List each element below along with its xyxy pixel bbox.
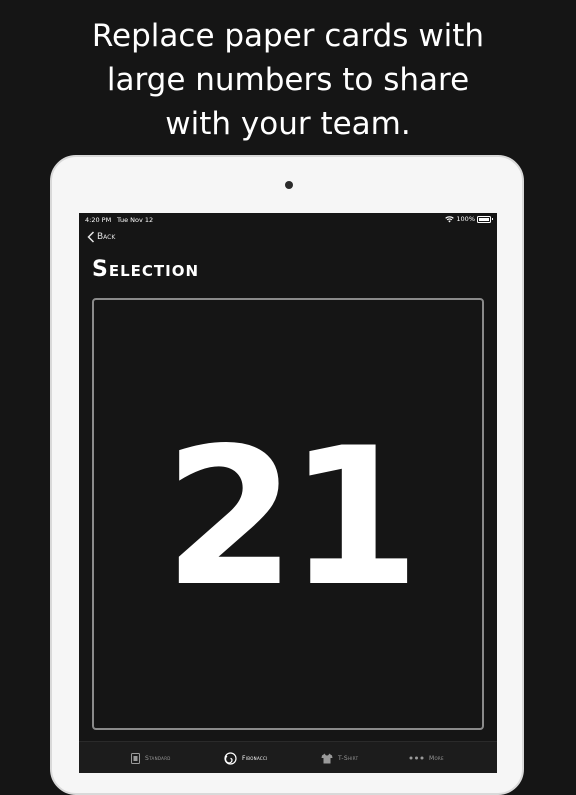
status-time: 4:20 PM — [85, 216, 112, 224]
page-title: Selection — [92, 257, 200, 282]
fibonacci-spiral-icon — [224, 751, 237, 765]
status-bar: 4:20 PM Tue Nov 12 100% — [79, 213, 497, 227]
tab-standard[interactable]: Standard — [131, 748, 171, 768]
tab-standard-label: Standard — [145, 754, 171, 762]
device-screen: 4:20 PM Tue Nov 12 100% Back Selection 2… — [79, 213, 497, 773]
tab-tshirt[interactable]: T-Shirt — [321, 748, 358, 768]
headline-line-1: Replace paper cards with — [91, 18, 485, 54]
tab-bar: Standard Fibonacci T-Shirt More — [79, 741, 497, 773]
battery-percent: 100% — [456, 215, 475, 223]
more-dots-icon — [409, 756, 424, 760]
back-label: Back — [97, 232, 116, 242]
marketing-headline: Replace paper cards with large numbers t… — [0, 14, 576, 146]
tab-more-label: More — [429, 754, 444, 762]
wifi-icon — [445, 215, 455, 222]
tab-fibonacci-label: Fibonacci — [242, 754, 268, 762]
cards-icon — [131, 752, 140, 764]
battery-icon — [477, 215, 493, 223]
status-indicators: 100% — [445, 215, 493, 223]
chevron-left-icon — [87, 231, 95, 243]
tab-fibonacci[interactable]: Fibonacci — [224, 748, 268, 768]
headline-line-2: large numbers to share — [106, 62, 470, 98]
status-date: Tue Nov 12 — [117, 216, 154, 224]
card-value: 21 — [163, 407, 420, 628]
back-button[interactable]: Back — [87, 231, 115, 243]
selected-card[interactable]: 21 — [92, 298, 484, 730]
tshirt-icon — [321, 753, 333, 763]
front-camera — [285, 181, 293, 189]
tab-tshirt-label: T-Shirt — [338, 754, 359, 762]
headline-line-3: with your team. — [165, 106, 411, 142]
tab-more[interactable]: More — [409, 748, 444, 768]
